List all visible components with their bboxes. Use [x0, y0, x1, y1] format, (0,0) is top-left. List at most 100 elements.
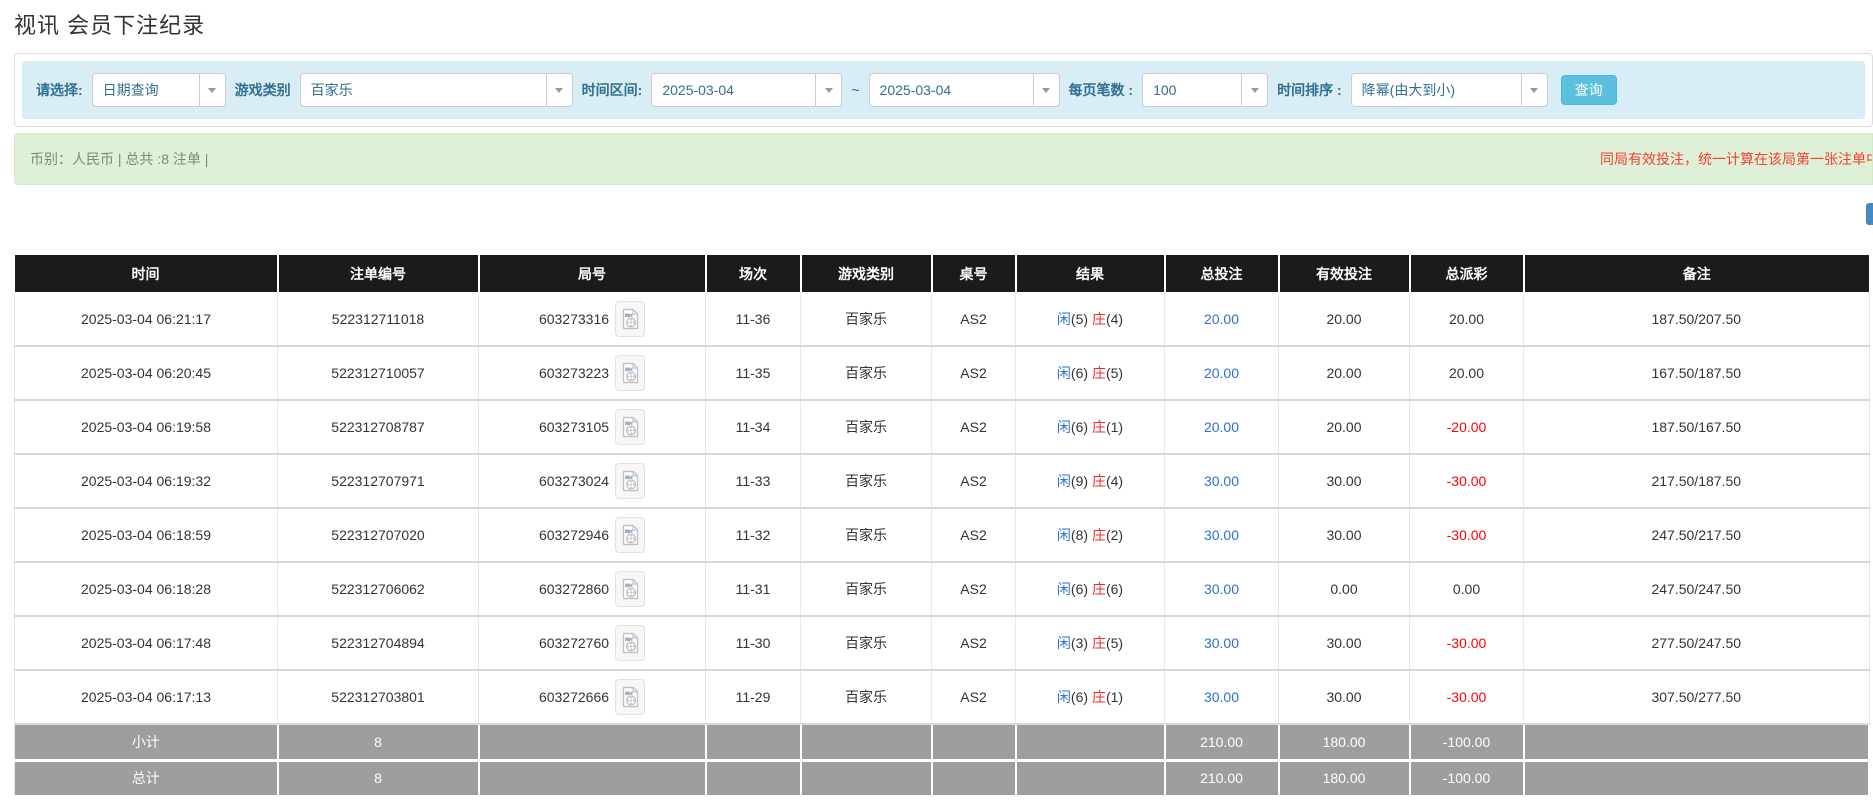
- result-banker: 庄: [1092, 635, 1106, 651]
- chevron-down-icon: [815, 74, 841, 106]
- cell-game-type: 百家乐: [801, 616, 932, 670]
- col-time: 时间: [15, 255, 278, 292]
- cell-remark: 247.50/247.50: [1524, 562, 1870, 616]
- sort-order-label: 时间排序 :: [1277, 80, 1342, 100]
- cell-result: 闲(6) 庄(5): [1016, 346, 1165, 400]
- result-player: 闲: [1057, 689, 1071, 705]
- table-row: 2025-03-04 06:20:45 522312710057 6032732…: [15, 346, 1870, 400]
- col-remark: 备注: [1524, 255, 1870, 292]
- cell-total-bet[interactable]: 30.00: [1165, 616, 1279, 670]
- cell-valid-bet: 20.00: [1279, 400, 1410, 454]
- summary-label: 小计: [15, 724, 278, 760]
- result-banker-points: (4): [1106, 311, 1123, 327]
- video-file-icon: [622, 416, 639, 438]
- summary-count: 8: [278, 724, 479, 760]
- cell-valid-bet: 30.00: [1279, 454, 1410, 508]
- cell-payout: -20.00: [1410, 400, 1524, 454]
- video-replay-button[interactable]: [615, 301, 645, 337]
- result-player: 闲: [1057, 473, 1071, 489]
- cell-bet-id: 522312710057: [278, 346, 479, 400]
- result-player: 闲: [1057, 311, 1071, 327]
- cell-total-bet[interactable]: 20.00: [1165, 292, 1279, 346]
- filter-panel: 请选择: 日期查询 游戏类别 百家乐 时间区间: 2025-03-04 ~ 20…: [14, 53, 1873, 127]
- cell-total-bet[interactable]: 30.00: [1165, 562, 1279, 616]
- currency-summary-text: 币别：人民币 | 总共 :8 注单 |: [30, 149, 208, 169]
- page-size-label: 每页笔数 :: [1069, 80, 1134, 100]
- cell-round-id: 603273316: [479, 292, 706, 346]
- video-replay-button[interactable]: [615, 679, 645, 715]
- cell-valid-bet: 20.00: [1279, 346, 1410, 400]
- cell-table-no: AS2: [932, 670, 1016, 724]
- video-replay-button[interactable]: [615, 571, 645, 607]
- cell-result: 闲(3) 庄(5): [1016, 616, 1165, 670]
- cell-session: 11-30: [706, 616, 801, 670]
- query-type-label: 请选择:: [36, 80, 83, 100]
- round-id-text: 603273105: [539, 419, 609, 435]
- valid-bet-notice-text: 同局有效投注，统一计算在该局第一张注单中: [1600, 149, 1873, 169]
- cell-total-bet[interactable]: 30.00: [1165, 454, 1279, 508]
- result-banker: 庄: [1092, 473, 1106, 489]
- page-size-select[interactable]: 100: [1142, 73, 1268, 107]
- video-file-icon: [622, 362, 639, 384]
- table-row: 2025-03-04 06:19:58 522312708787 6032731…: [15, 400, 1870, 454]
- cell-game-type: 百家乐: [801, 400, 932, 454]
- cell-round-id: 603273105: [479, 400, 706, 454]
- cell-valid-bet: 30.00: [1279, 616, 1410, 670]
- cell-valid-bet: 20.00: [1279, 292, 1410, 346]
- chevron-down-icon: [546, 74, 572, 106]
- cell-payout: 20.00: [1410, 346, 1524, 400]
- filter-bar: 请选择: 日期查询 游戏类别 百家乐 时间区间: 2025-03-04 ~ 20…: [22, 61, 1865, 119]
- cell-bet-id: 522312703801: [278, 670, 479, 724]
- col-round-id: 局号: [479, 255, 706, 292]
- chevron-down-icon: [1241, 74, 1267, 106]
- cell-time: 2025-03-04 06:20:45: [15, 346, 278, 400]
- video-replay-button[interactable]: [615, 463, 645, 499]
- side-panel-button-partial[interactable]: [1866, 203, 1873, 225]
- cell-payout: 0.00: [1410, 562, 1524, 616]
- game-category-label: 游戏类别: [235, 80, 291, 100]
- sort-order-select[interactable]: 降幂(由大到小): [1351, 73, 1548, 107]
- cell-payout: -30.00: [1410, 670, 1524, 724]
- cell-session: 11-35: [706, 346, 801, 400]
- cell-table-no: AS2: [932, 346, 1016, 400]
- cell-round-id: 603272760: [479, 616, 706, 670]
- summary-valid-bet: 180.00: [1279, 760, 1410, 796]
- video-file-icon: [622, 632, 639, 654]
- video-replay-button[interactable]: [615, 517, 645, 553]
- date-to-select[interactable]: 2025-03-04: [869, 73, 1060, 107]
- game-category-select[interactable]: 百家乐: [300, 73, 573, 107]
- cell-total-bet[interactable]: 20.00: [1165, 346, 1279, 400]
- cell-game-type: 百家乐: [801, 454, 932, 508]
- cell-total-bet[interactable]: 20.00: [1165, 400, 1279, 454]
- video-replay-button[interactable]: [615, 355, 645, 391]
- cell-session: 11-31: [706, 562, 801, 616]
- result-banker-points: (1): [1106, 419, 1123, 435]
- table-row: 2025-03-04 06:18:59 522312707020 6032729…: [15, 508, 1870, 562]
- summary-count: 8: [278, 760, 479, 796]
- round-id-text: 603272946: [539, 527, 609, 543]
- result-banker: 庄: [1092, 311, 1106, 327]
- table-row: 2025-03-04 06:17:13 522312703801 6032726…: [15, 670, 1870, 724]
- bet-records-table: 时间 注单编号 局号 场次 游戏类别 桌号 结果 总投注 有效投注 总派彩 备注…: [14, 255, 1870, 798]
- summary-total-bet: 210.00: [1165, 724, 1279, 760]
- cell-total-bet[interactable]: 30.00: [1165, 670, 1279, 724]
- round-id-text: 603272760: [539, 635, 609, 651]
- video-file-icon: [622, 578, 639, 600]
- date-from-value: 2025-03-04: [662, 82, 734, 98]
- cell-result: 闲(9) 庄(4): [1016, 454, 1165, 508]
- cell-bet-id: 522312706062: [278, 562, 479, 616]
- search-button[interactable]: 查询: [1561, 75, 1617, 105]
- date-from-select[interactable]: 2025-03-04: [651, 73, 842, 107]
- cell-bet-id: 522312708787: [278, 400, 479, 454]
- video-file-icon: [622, 524, 639, 546]
- query-type-value: 日期查询: [103, 80, 159, 100]
- video-replay-button[interactable]: [615, 625, 645, 661]
- bet-records-table-container: 时间 注单编号 局号 场次 游戏类别 桌号 结果 总投注 有效投注 总派彩 备注…: [14, 255, 1870, 798]
- cell-table-no: AS2: [932, 616, 1016, 670]
- video-replay-button[interactable]: [615, 409, 645, 445]
- col-game-type: 游戏类别: [801, 255, 932, 292]
- header-row: 时间 注单编号 局号 场次 游戏类别 桌号 结果 总投注 有效投注 总派彩 备注: [15, 255, 1870, 292]
- chevron-down-icon: [1033, 74, 1059, 106]
- query-type-select[interactable]: 日期查询: [92, 73, 226, 107]
- cell-total-bet[interactable]: 30.00: [1165, 508, 1279, 562]
